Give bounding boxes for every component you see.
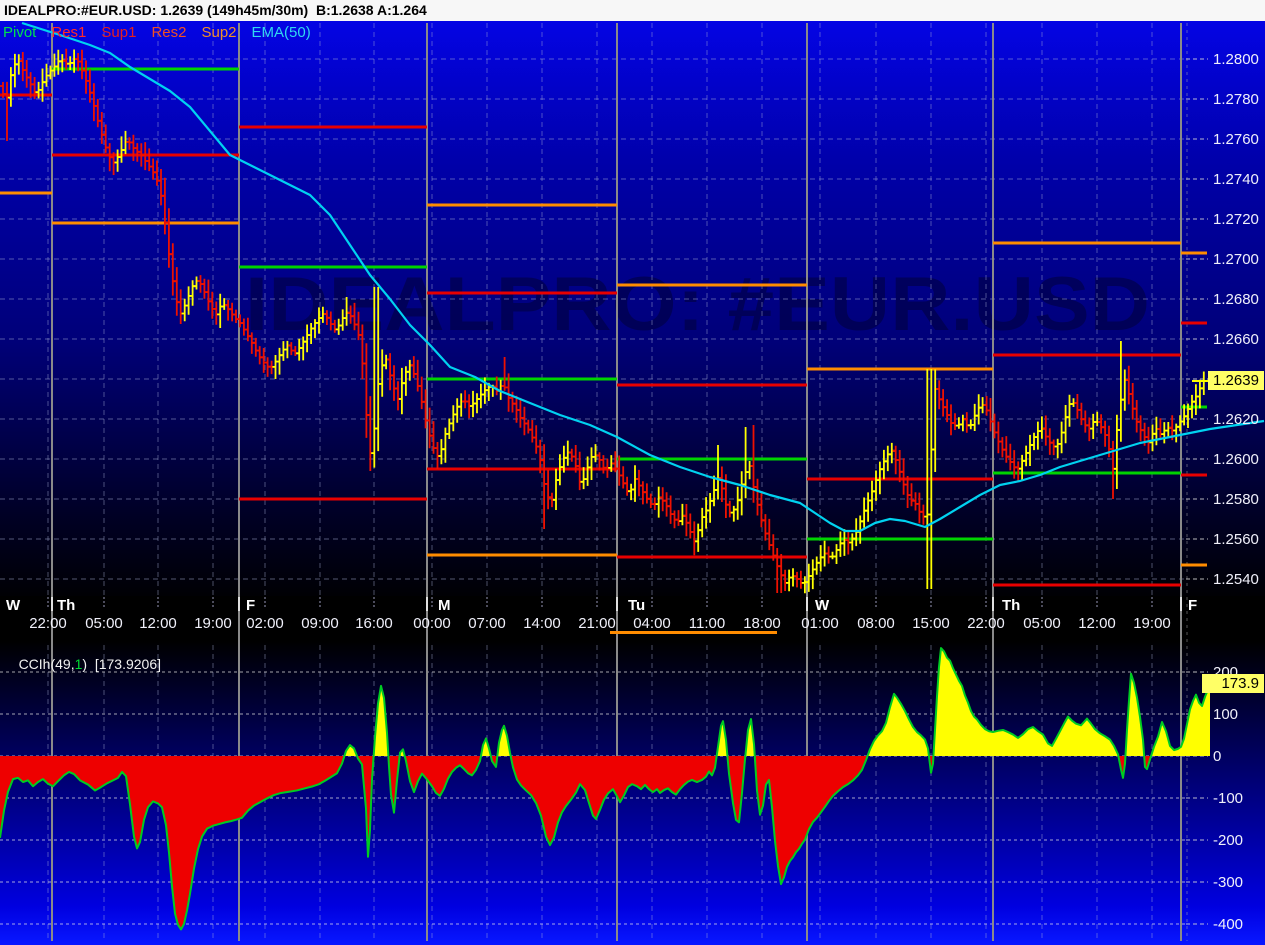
cci-label-value: [173.9206] bbox=[95, 656, 161, 672]
legend-item-sup2: Sup2 bbox=[201, 24, 236, 41]
time-axis-scale[interactable] bbox=[0, 596, 1185, 638]
trading-chart-window: IDEALPRO: #EUR.USD1.28001.27801.27601.27… bbox=[0, 0, 1265, 945]
cci-label-prefix: CCIh(49, bbox=[19, 656, 75, 672]
chart-canvas: IDEALPRO: #EUR.USD1.28001.27801.27601.27… bbox=[0, 0, 1265, 945]
main-chart-plot[interactable] bbox=[0, 23, 1185, 596]
legend-item-ema-50-: EMA(50) bbox=[252, 24, 311, 41]
legend-item-pivot: Pivot bbox=[3, 24, 36, 41]
chart-title: IDEALPRO:#EUR.USD: 1.2639 (149h45m/30m) … bbox=[0, 2, 427, 18]
cci-plot[interactable] bbox=[0, 638, 1185, 941]
legend-item-res2: Res2 bbox=[151, 24, 186, 41]
legend-item-sup1: Sup1 bbox=[101, 24, 136, 41]
svg-text:F: F bbox=[1188, 597, 1197, 614]
cci-label-suffix: ) bbox=[82, 656, 94, 672]
title-bar: IDEALPRO:#EUR.USD: 1.2639 (149h45m/30m) … bbox=[0, 0, 1265, 21]
study-legend: Pivot Res1 Sup1 Res2 Sup2 EMA(50) bbox=[3, 24, 326, 41]
cci-value-marker: 173.9 bbox=[1202, 674, 1264, 693]
legend-item-res1: Res1 bbox=[51, 24, 86, 41]
cci-study-label: CCIh(49,1) [173.9206] bbox=[3, 640, 161, 688]
price-axis-scale[interactable] bbox=[1185, 23, 1265, 596]
last-price-marker: 1.2639 bbox=[1208, 371, 1264, 390]
